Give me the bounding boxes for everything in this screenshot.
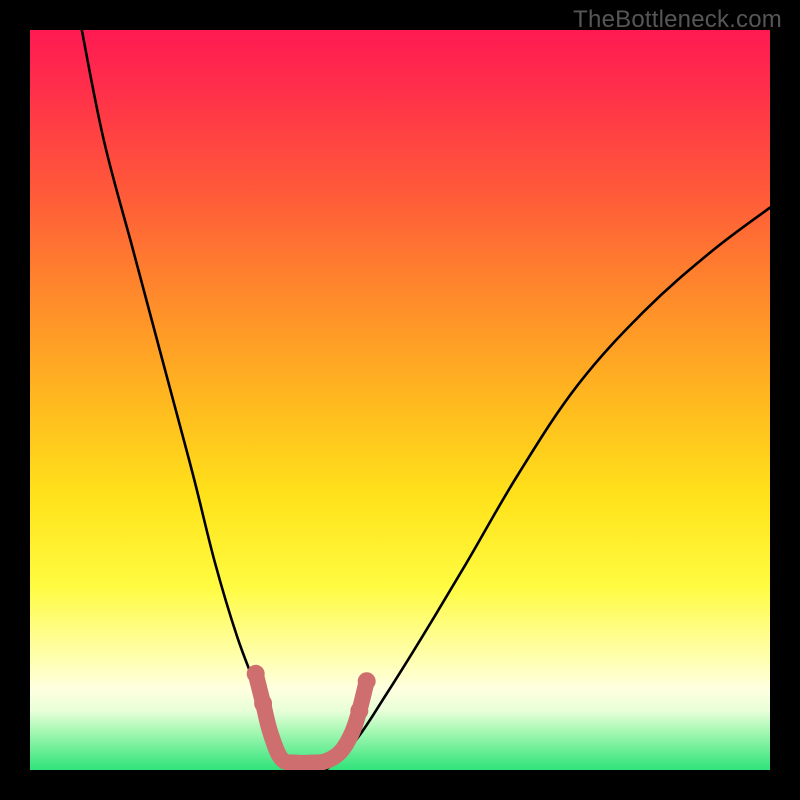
curve-right-branch xyxy=(326,208,770,770)
valley-marker-stroke xyxy=(256,674,367,763)
chart-svg xyxy=(30,30,770,770)
curve-layer xyxy=(82,30,770,770)
valley-marker-dot xyxy=(247,665,265,683)
marker-layer xyxy=(247,665,376,763)
valley-marker-dot xyxy=(254,694,272,712)
valley-marker-dot xyxy=(358,672,376,690)
chart-frame: TheBottleneck.com xyxy=(0,0,800,800)
plot-area xyxy=(30,30,770,770)
curve-left-branch xyxy=(82,30,289,770)
valley-marker-dot xyxy=(350,702,368,720)
watermark-text: TheBottleneck.com xyxy=(573,6,782,34)
